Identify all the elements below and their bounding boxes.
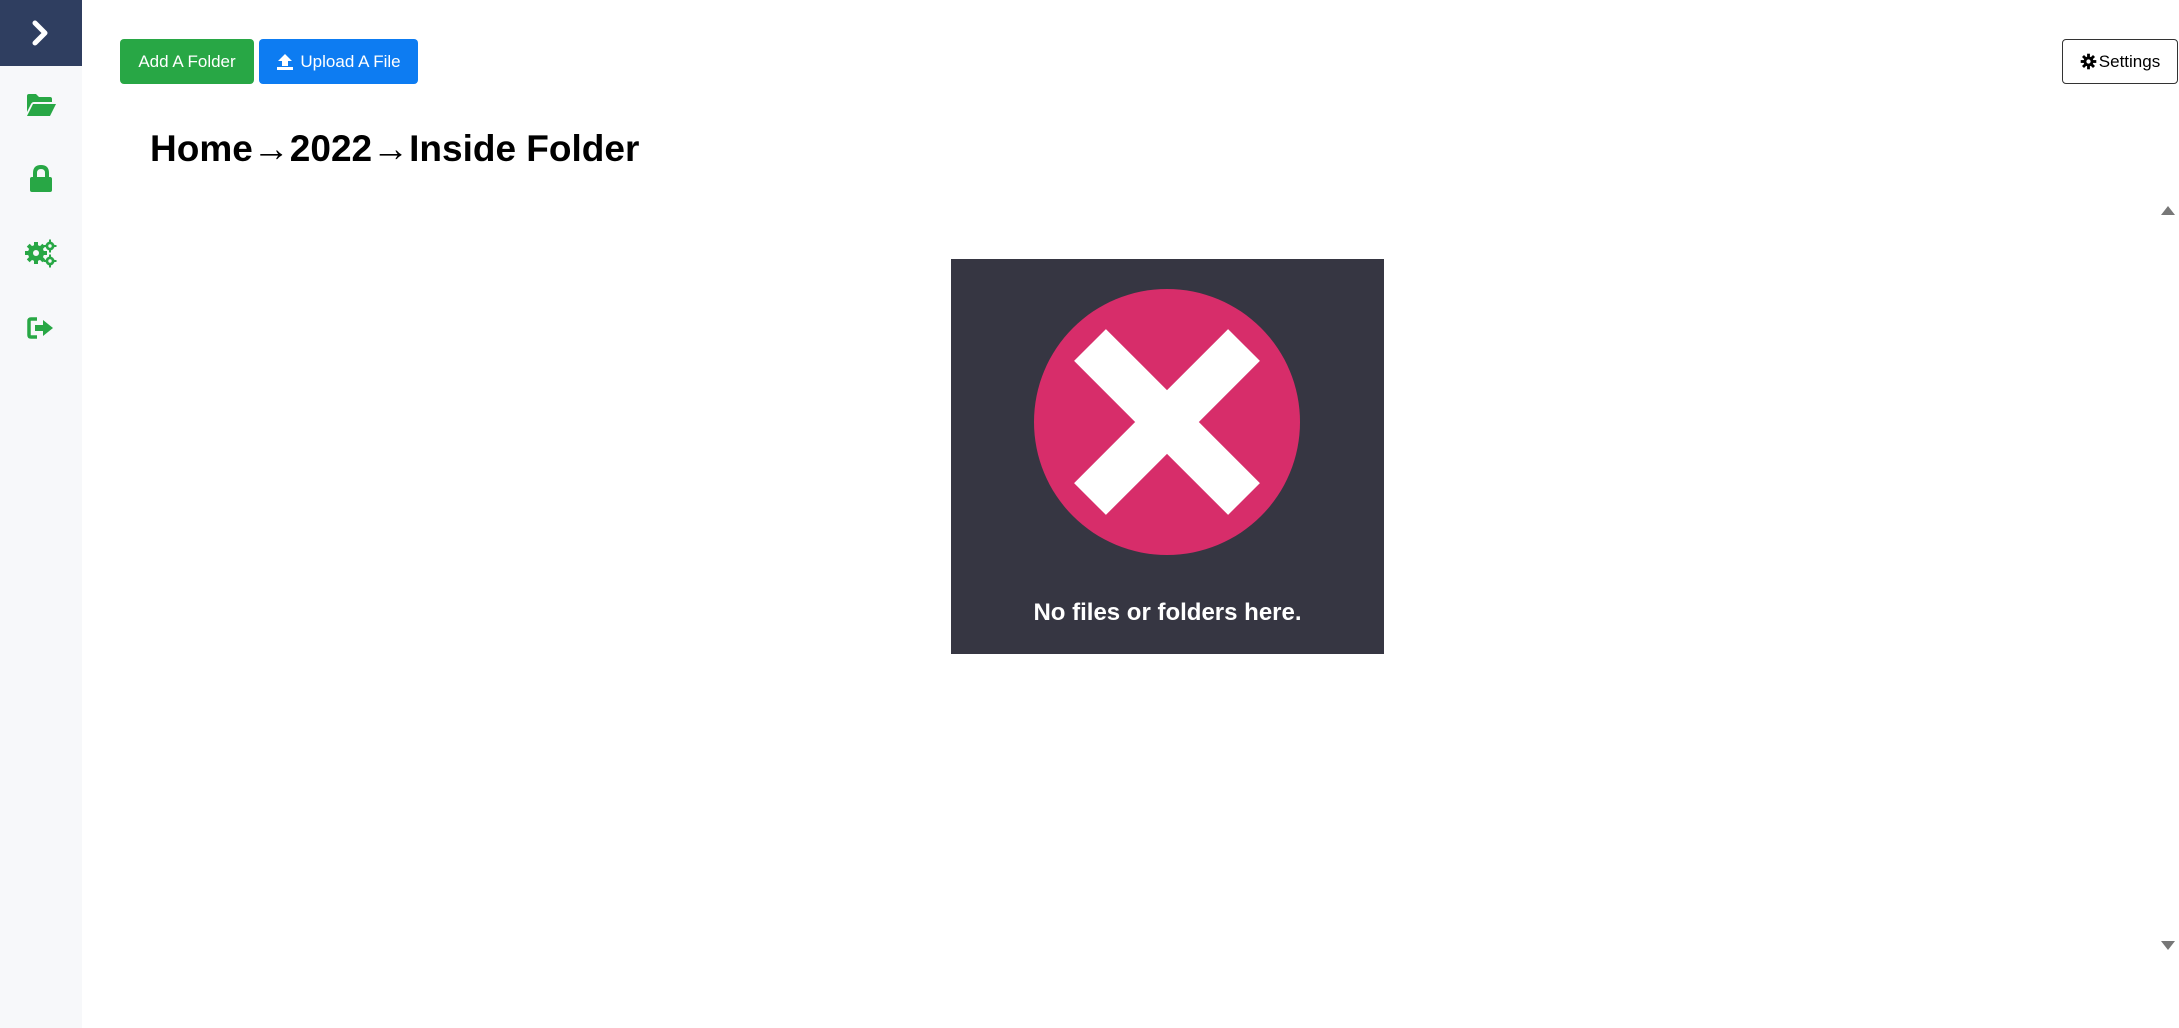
sidebar-toggle-button[interactable] (0, 0, 82, 66)
sidebar-item-files[interactable] (0, 83, 82, 127)
empty-state-card: No files or folders here. (951, 259, 1384, 654)
chevron-right-icon (32, 20, 48, 46)
sidebar-item-settings[interactable] (0, 231, 82, 275)
close-icon (1074, 329, 1260, 515)
sign-out-icon (27, 317, 53, 339)
sidebar (0, 0, 82, 1028)
scroll-up-arrow-icon[interactable] (2159, 203, 2177, 217)
upload-icon (277, 53, 294, 70)
breadcrumb-path: Home→2022→Inside Folder (150, 128, 640, 169)
empty-state-circle (1034, 289, 1300, 555)
folder-open-icon (27, 94, 56, 116)
upload-file-button[interactable]: Upload A File (259, 39, 418, 84)
add-folder-label: Add A Folder (138, 51, 236, 71)
add-folder-button[interactable]: Add A Folder (120, 39, 254, 84)
lock-icon (30, 165, 52, 192)
settings-button[interactable]: Settings (2062, 39, 2178, 84)
sidebar-item-security[interactable] (0, 157, 82, 201)
upload-file-label: Upload A File (300, 51, 401, 71)
breadcrumb: Home→2022→Inside Folder (150, 124, 639, 174)
empty-state-message: No files or folders here. (1033, 599, 1302, 626)
gear-icon (2080, 53, 2097, 70)
settings-label: Settings (2098, 51, 2161, 71)
sidebar-item-logout[interactable] (0, 306, 82, 350)
gears-icon (25, 239, 57, 268)
scroll-down-arrow-icon[interactable] (2159, 939, 2177, 953)
